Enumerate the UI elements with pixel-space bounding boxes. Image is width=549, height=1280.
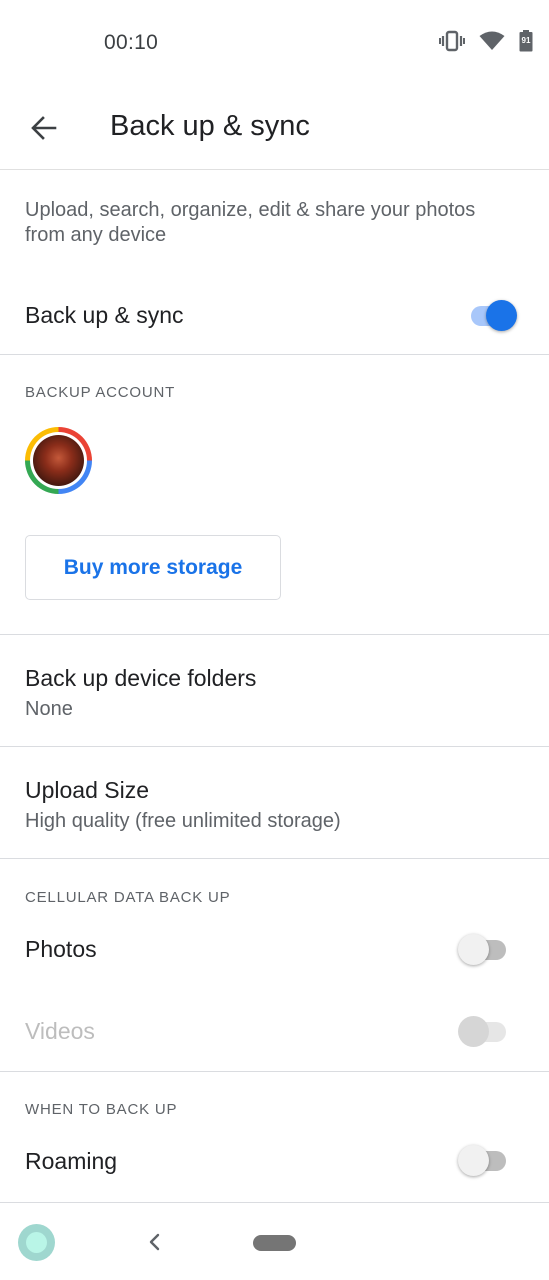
nav-back-icon [149,1233,160,1251]
assistant-icon[interactable] [18,1224,55,1261]
arrow-back-icon [31,116,57,140]
photos-label: Photos [25,936,97,962]
photos-toggle[interactable] [458,932,514,966]
divider [0,858,549,859]
device-folders-title: Back up device folders [25,665,257,691]
toggle-thumb [458,1016,489,1047]
status-time: 00:10 [104,31,159,54]
battery-icon: 91 [519,30,533,52]
status-icons: 91 [439,30,533,52]
description-text: Upload, search, organize, edit & share y… [25,199,476,246]
cellular-header: CELLULAR DATA BACK UP [25,889,231,906]
vibrate-icon [439,30,465,52]
upload-size-row[interactable]: Upload Size High quality (free unlimited… [0,747,549,858]
status-bar: 00:10 91 [0,0,549,86]
buy-more-storage-button[interactable]: Buy more storage [25,535,281,600]
page-title: Back up & sync [110,110,310,142]
wifi-icon [479,31,505,51]
backup-sync-row[interactable]: Back up & sync [0,276,549,354]
device-folders-row[interactable]: Back up device folders None [0,635,549,746]
device-folders-value: None [25,698,73,720]
toggle-thumb [458,934,489,965]
videos-toggle [458,1014,514,1048]
backup-sync-label: Back up & sync [25,302,184,328]
avatar-photo [33,435,84,486]
back-button[interactable] [22,106,66,150]
photos-row[interactable]: Photos [0,912,549,986]
home-pill-icon[interactable] [253,1235,296,1251]
videos-row: Videos [0,994,549,1068]
toggle-thumb [486,300,517,331]
divider [0,1202,549,1203]
battery-level: 91 [521,36,531,45]
when-to-back-up-header: WHEN TO BACK UP [25,1101,178,1118]
nav-back-button[interactable] [140,1228,168,1256]
roaming-toggle[interactable] [458,1143,514,1177]
divider [0,354,549,355]
app-bar: Back up & sync [0,86,549,170]
backup-sync-toggle[interactable] [467,298,523,332]
system-nav-bar [0,1204,549,1280]
avatar[interactable] [25,427,92,494]
roaming-row[interactable]: Roaming [0,1124,549,1198]
toggle-thumb [458,1145,489,1176]
divider [0,1071,549,1072]
upload-size-value: High quality (free unlimited storage) [25,810,341,832]
videos-label: Videos [25,1018,95,1044]
backup-account-header: BACKUP ACCOUNT [25,384,176,401]
upload-size-title: Upload Size [25,777,150,803]
roaming-label: Roaming [25,1148,118,1174]
